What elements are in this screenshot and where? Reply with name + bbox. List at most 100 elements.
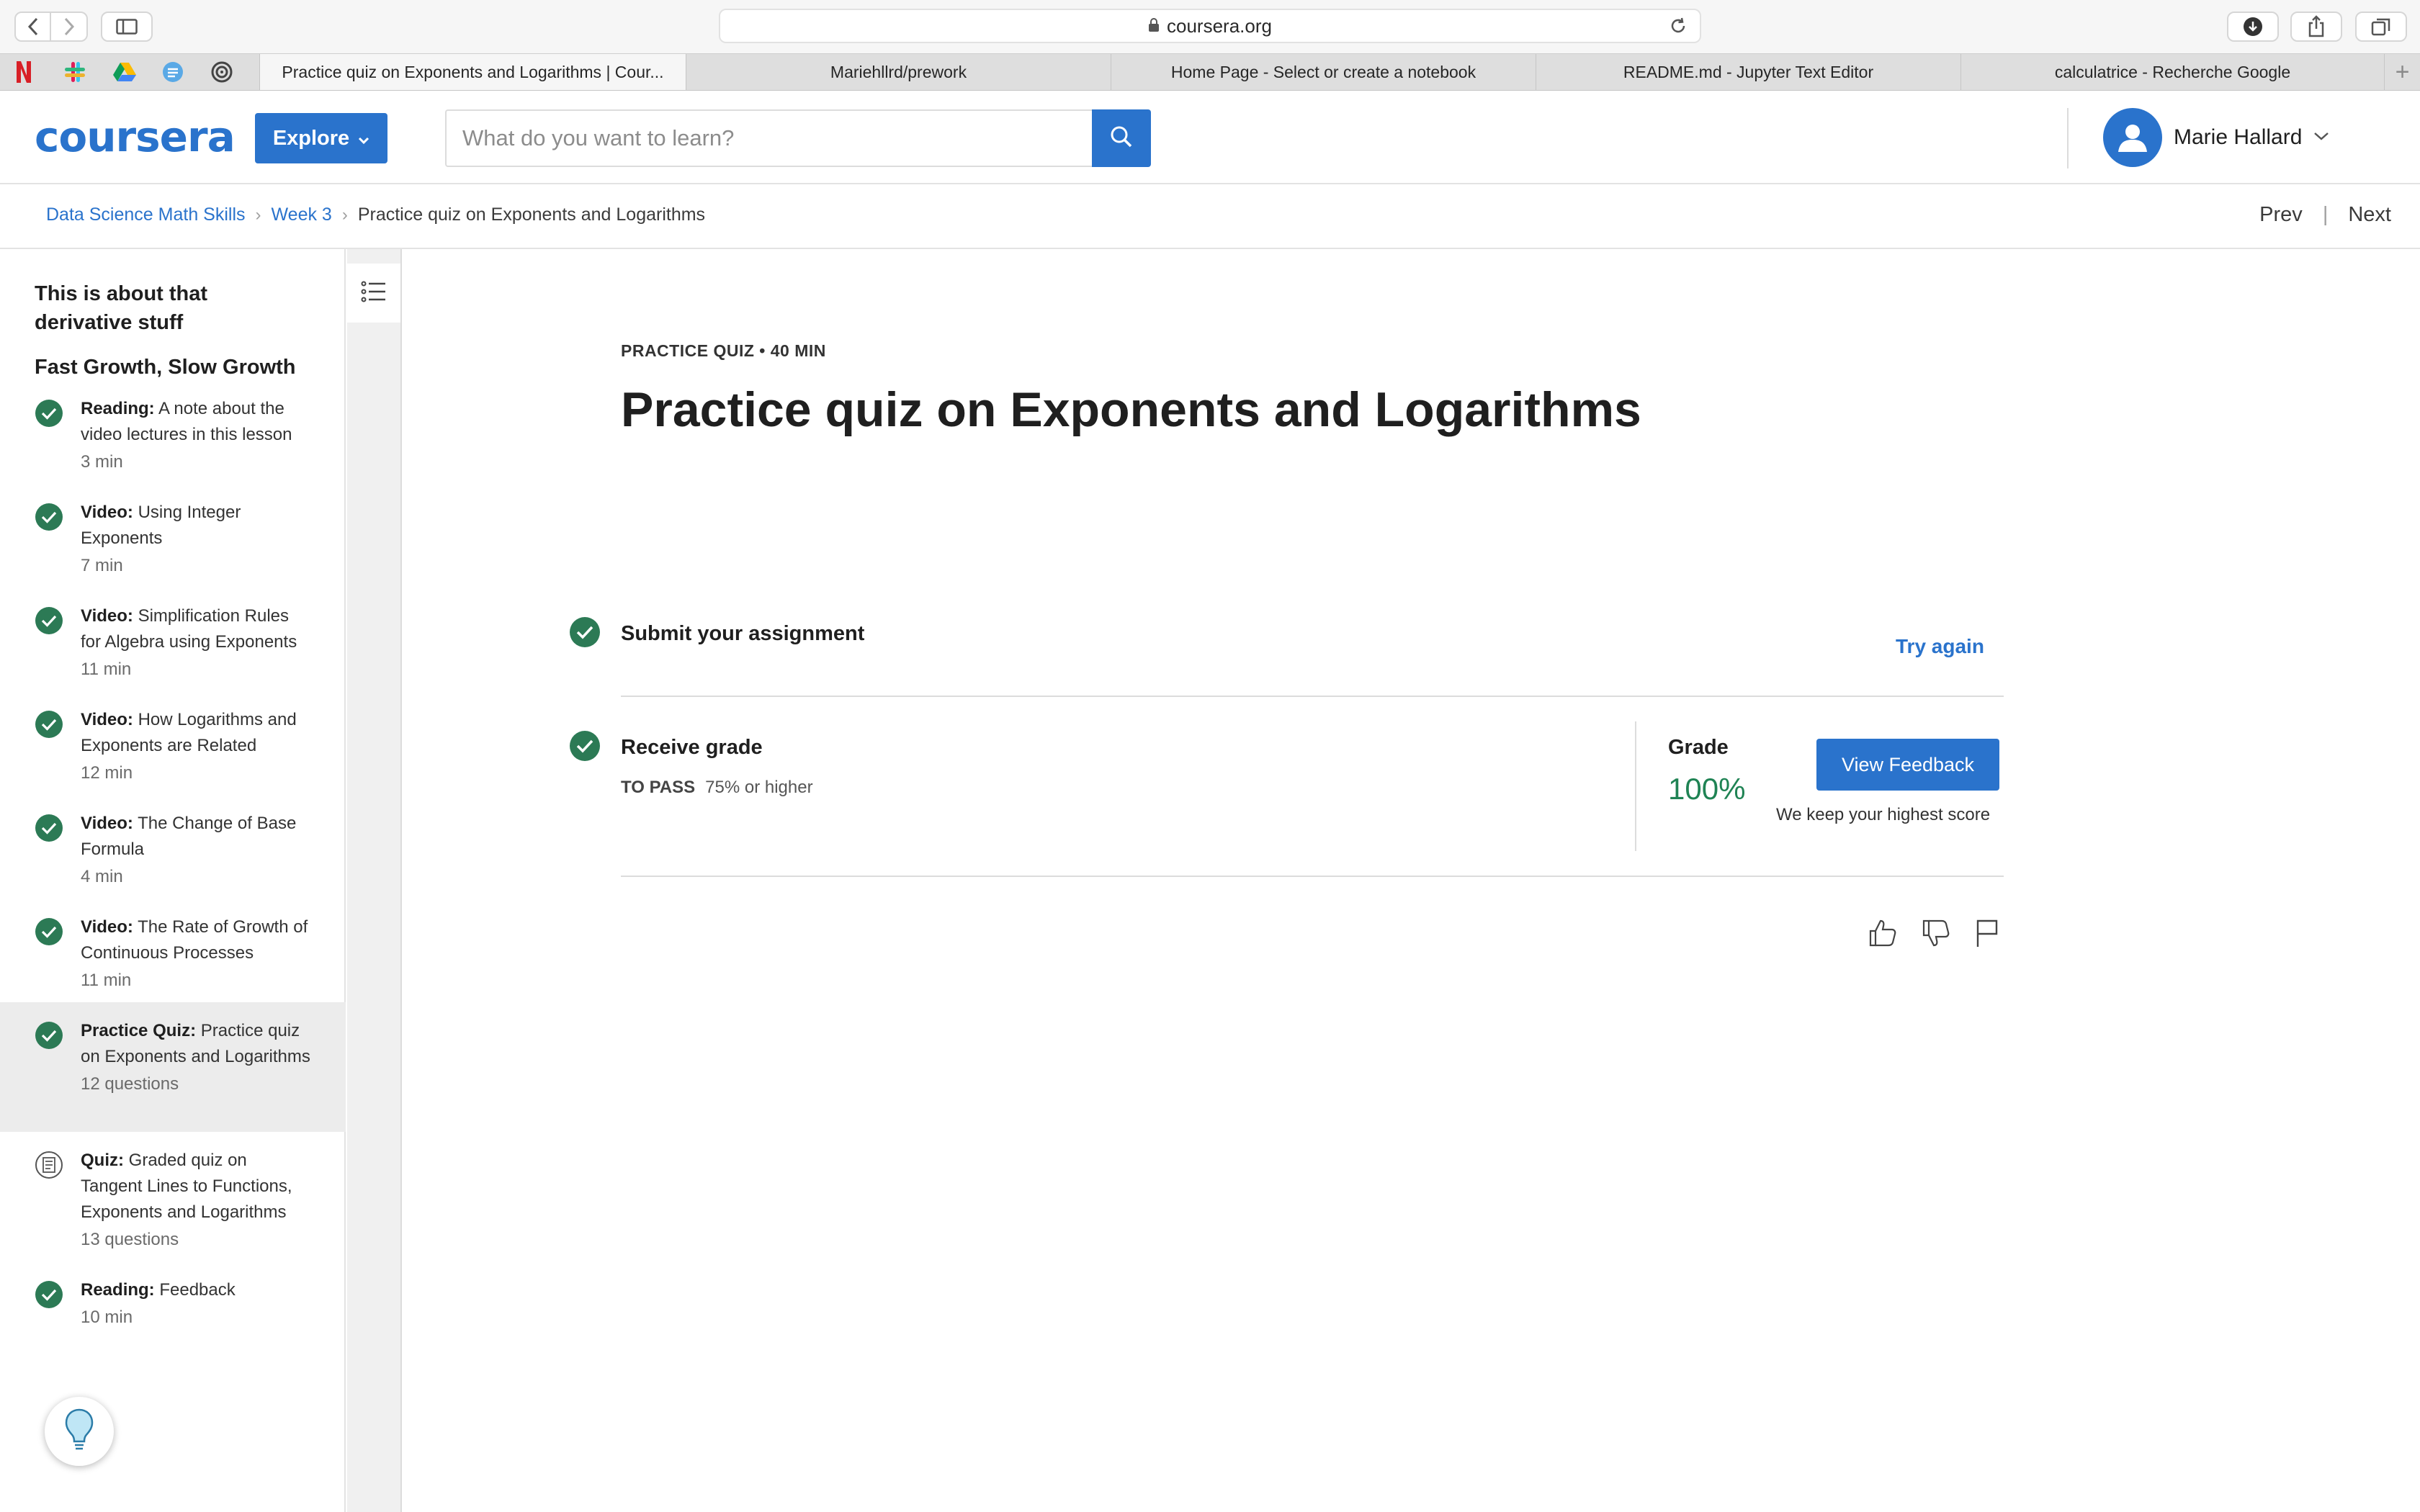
slack-icon[interactable] (63, 54, 112, 90)
sidebar-item-text: Video: The Change of Base Formula 4 min (81, 811, 311, 890)
sidebar-item[interactable]: Video: The Rate of Growth of Continuous … (0, 914, 346, 1008)
back-icon[interactable] (16, 13, 51, 40)
item-meta: 4 min (81, 867, 123, 886)
sidebar-item-text: Video: Using Integer Exponents 7 min (81, 500, 311, 579)
nav-separator: | (2322, 203, 2329, 226)
sidebar-item[interactable]: Video: The Change of Base Formula 4 min (0, 811, 346, 904)
thumbs-up-icon[interactable] (1865, 916, 1900, 950)
check-circle-icon (35, 1021, 63, 1050)
prev-next-nav: Prev | Next (2259, 203, 2391, 227)
item-meta: 12 min (81, 763, 133, 783)
address-bar[interactable]: coursera.org (719, 9, 1701, 43)
breadcrumb-bar: Data Science Math Skills › Week 3 › Prac… (0, 184, 2420, 249)
google-drive-icon[interactable] (112, 54, 161, 90)
thumbs-down-icon[interactable] (1919, 916, 1953, 950)
shield-app-icon[interactable] (161, 54, 210, 90)
site-header: coursera Explore Marie Hallard (0, 91, 2420, 184)
tips-button[interactable] (45, 1397, 114, 1466)
tab-coursera-quiz[interactable]: Practice quiz on Exponents and Logarithm… (259, 54, 686, 90)
sidebar-item-text: Quiz: Graded quiz on Tangent Lines to Fu… (81, 1148, 311, 1253)
chevron-down-icon (2313, 131, 2329, 145)
downloads-icon[interactable] (2227, 12, 2279, 42)
favorites-bar (0, 54, 259, 90)
item-meta: 10 min (81, 1308, 133, 1327)
item-title: Feedback (159, 1280, 236, 1300)
grade-divider (1635, 721, 1636, 851)
divider (621, 696, 2004, 697)
to-pass-label: TO PASS (621, 778, 696, 797)
sidebar-item[interactable]: Video: Simplification Rules for Algebra … (0, 603, 346, 697)
check-circle-icon (35, 503, 63, 531)
forward-icon[interactable] (51, 13, 86, 40)
sidebar-item-text: Video: Simplification Rules for Algebra … (81, 603, 311, 683)
breadcrumb-current: Practice quiz on Exponents and Logarithm… (357, 204, 706, 225)
tab-github-prework[interactable]: Mariehllrd/prework (686, 54, 1111, 90)
search-button[interactable] (1092, 109, 1151, 167)
check-circle-icon (35, 917, 63, 946)
highest-score-note: We keep your highest score (1776, 805, 1991, 824)
item-type: Quiz: (81, 1151, 124, 1170)
breadcrumb-course[interactable]: Data Science Math Skills (46, 204, 246, 225)
header-divider (2067, 108, 2069, 168)
sidebar-item-text: Video: The Rate of Growth of Continuous … (81, 914, 311, 994)
check-circle-icon (35, 606, 63, 635)
breadcrumb: Data Science Math Skills › Week 3 › Prac… (46, 204, 705, 225)
try-again-button[interactable]: Try again (1896, 635, 1984, 658)
tab-google-search[interactable]: calculatrice - Recherche Google (1960, 54, 2384, 90)
user-menu[interactable]: Marie Hallard (2103, 107, 2329, 168)
item-type: Video: (81, 503, 133, 522)
check-circle-icon (35, 399, 63, 428)
sidebar-item[interactable]: Practice Quiz: Practice quiz on Exponent… (0, 1002, 346, 1132)
item-meta: 7 min (81, 556, 123, 575)
item-type: Video: (81, 606, 133, 626)
sidebar-item[interactable]: Quiz: Graded quiz on Tangent Lines to Fu… (0, 1148, 346, 1249)
tab-jupyter-home[interactable]: Home Page - Select or create a notebook (1111, 54, 1536, 90)
course-sidebar: This is about that derivative stuff Fast… (0, 249, 346, 1512)
reload-icon[interactable] (1668, 16, 1688, 41)
item-meta: 3 min (81, 452, 123, 472)
item-type: Video: (81, 814, 133, 833)
chevron-down-icon (358, 127, 369, 150)
to-pass-value: 75% or higher (705, 778, 813, 797)
check-circle-icon (35, 710, 63, 739)
sidebar-item[interactable]: Video: How Logarithms and Exponents are … (0, 707, 346, 801)
outline-toggle-button[interactable] (347, 264, 400, 323)
item-type: Reading: (81, 1280, 155, 1300)
browser-toolbar: coursera.org (0, 0, 2420, 53)
item-meta: 13 questions (81, 1230, 179, 1249)
tab-jupyter-readme[interactable]: README.md - Jupyter Text Editor (1536, 54, 1960, 90)
netflix-icon[interactable] (14, 54, 63, 90)
check-circle-icon (569, 616, 601, 648)
breadcrumb-week[interactable]: Week 3 (272, 204, 332, 225)
search-input[interactable] (445, 109, 1093, 167)
avatar (2103, 108, 2162, 167)
sidebar-item-text: Reading: A note about the video lectures… (81, 396, 311, 475)
sidebar-item[interactable]: Reading: A note about the video lectures… (0, 396, 346, 490)
user-name: Marie Hallard (2174, 125, 2303, 149)
sidebar-item-text: Practice Quiz: Practice quiz on Exponent… (81, 1018, 311, 1097)
prev-link[interactable]: Prev (2259, 203, 2303, 227)
explore-button[interactable]: Explore (255, 113, 387, 163)
submit-assignment-label: Submit your assignment (621, 622, 865, 645)
item-type: Video: (81, 917, 133, 937)
chevron-right-icon: › (255, 204, 261, 225)
spiral-app-icon[interactable] (210, 54, 259, 90)
next-link[interactable]: Next (2348, 203, 2391, 227)
sidebar-item-text: Reading: Feedback 10 min (81, 1277, 311, 1331)
sidebar-toggle-icon[interactable] (101, 12, 153, 42)
share-icon[interactable] (2290, 12, 2342, 42)
view-feedback-button[interactable]: View Feedback (1816, 739, 1999, 791)
sidebar-item[interactable]: Reading: Feedback 10 min (0, 1277, 346, 1371)
item-meta: 12 questions (81, 1074, 179, 1094)
tab-bar: Practice quiz on Exponents and Logarithm… (0, 53, 2420, 91)
new-tab-icon[interactable]: + (2384, 54, 2420, 90)
check-circle-icon (35, 814, 63, 842)
flag-icon[interactable] (1969, 916, 2004, 950)
tabs-overview-icon[interactable] (2355, 12, 2407, 42)
lock-icon (1148, 15, 1160, 37)
sidebar-item[interactable]: Video: Using Integer Exponents 7 min (0, 500, 346, 593)
coursera-logo[interactable]: coursera (35, 112, 236, 161)
sidebar-item-text: Video: How Logarithms and Exponents are … (81, 707, 311, 786)
divider (621, 876, 2004, 877)
item-eyebrow: PRACTICE QUIZ • 40 MIN (621, 341, 826, 360)
